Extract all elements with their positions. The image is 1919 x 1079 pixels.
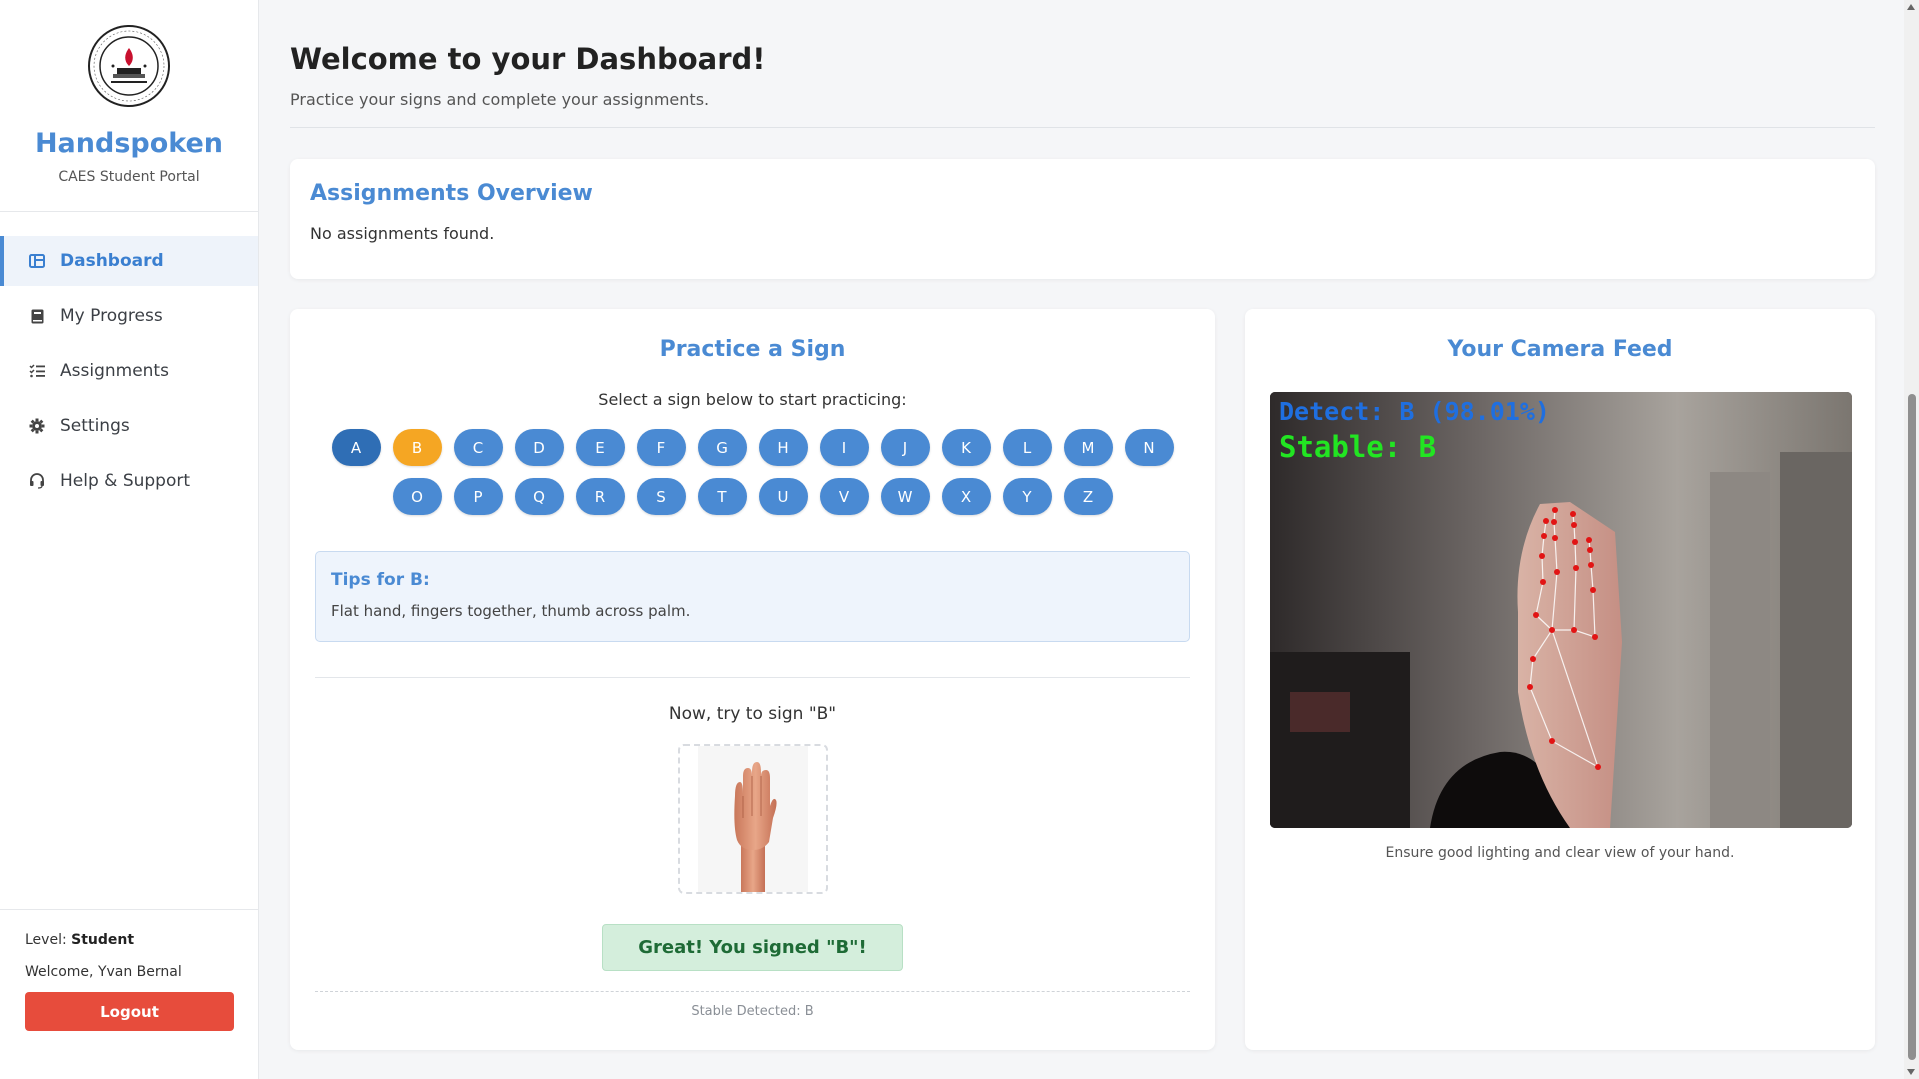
letter-button-v[interactable]: V [819, 478, 869, 515]
divider [290, 127, 1875, 128]
letter-button-g[interactable]: G [697, 429, 747, 466]
letter-button-m[interactable]: M [1063, 429, 1113, 466]
sidebar-item-label: Dashboard [60, 251, 164, 271]
camera-note: Ensure good lighting and clear view of y… [1385, 845, 1735, 861]
stable-overlay-text: Stable: B [1279, 430, 1437, 464]
letter-button-z[interactable]: Z [1063, 478, 1113, 515]
scroll-up-icon[interactable] [1907, 4, 1915, 10]
scroll-thumb[interactable] [1908, 394, 1916, 1060]
letter-button-h[interactable]: H [758, 429, 808, 466]
success-message: Great! You signed "B"! [602, 924, 903, 971]
select-sign-text: Select a sign below to start practicing: [598, 390, 907, 409]
main-content: Welcome to your Dashboard! Practice your… [290, 0, 1875, 1050]
scroll-down-icon[interactable] [1907, 1069, 1915, 1075]
hand-sign-b-image [697, 746, 808, 892]
letter-button-x[interactable]: X [941, 478, 991, 515]
letter-button-e[interactable]: E [575, 429, 625, 466]
try-sign-text: Now, try to sign "B" [668, 704, 837, 724]
sidebar-item-my-progress[interactable]: My Progress [0, 291, 258, 341]
sidebar-item-dashboard[interactable]: Dashboard [0, 236, 258, 286]
book-icon [28, 307, 46, 325]
sidebar-item-label: Settings [60, 416, 130, 436]
dashboard-icon [28, 252, 46, 270]
letter-buttons-row-2: O P Q R S T U V W X Y Z [315, 478, 1190, 515]
logout-button[interactable]: Logout [25, 992, 234, 1031]
page-scrollbar[interactable] [1904, 0, 1919, 1079]
sign-reference-image [677, 744, 828, 894]
sidebar-item-label: Help & Support [60, 471, 191, 491]
letter-button-k[interactable]: K [941, 429, 991, 466]
sidebar-item-settings[interactable]: Settings [0, 401, 258, 451]
letter-button-b[interactable]: B [392, 429, 442, 466]
app-subtitle: CAES Student Portal [58, 169, 200, 185]
page-title: Welcome to your Dashboard! [290, 42, 766, 76]
sidebar-footer: Level: Student Welcome, Yvan Bernal Logo… [0, 909, 258, 1031]
letter-button-n[interactable]: N [1124, 429, 1174, 466]
headset-icon [28, 472, 46, 490]
assignments-overview-card: Assignments Overview No assignments foun… [290, 159, 1875, 279]
level-label: Level: [25, 932, 67, 948]
sidebar-item-label: Assignments [60, 361, 169, 381]
camera-title: Your Camera Feed [1447, 337, 1673, 362]
app-title: Handspoken [34, 128, 224, 159]
letter-button-y[interactable]: Y [1002, 478, 1052, 515]
sidebar-item-help-support[interactable]: Help & Support [0, 456, 258, 506]
practice-row: Practice a Sign Select a sign below to s… [290, 309, 1875, 1050]
letter-buttons-row-1: A B C D E F G H I J K L M N [315, 429, 1190, 466]
tips-text: Flat hand, fingers together, thumb acros… [331, 602, 691, 620]
tips-box: Tips for B: Flat hand, fingers together,… [315, 551, 1190, 642]
welcome-text: Welcome, Yvan Bernal [25, 964, 182, 980]
camera-card: Your Camera Feed Detect: B (98.01%) Stab… [1245, 309, 1875, 1050]
letter-button-d[interactable]: D [514, 429, 564, 466]
letter-button-j[interactable]: J [880, 429, 930, 466]
stable-detected-text: Stable Detected: B [691, 1004, 814, 1019]
detect-overlay-text: Detect: B (98.01%) [1279, 397, 1550, 426]
camera-feed: Detect: B (98.01%) Stable: B [1270, 392, 1852, 828]
letter-button-w[interactable]: W [880, 478, 930, 515]
sidebar-item-label: My Progress [60, 306, 163, 326]
letter-button-q[interactable]: Q [514, 478, 564, 515]
tips-title: Tips for B: [331, 570, 430, 590]
sidebar-item-assignments[interactable]: Assignments [0, 346, 258, 396]
divider [315, 991, 1190, 992]
page-subtitle: Practice your signs and complete your as… [290, 90, 710, 109]
sidebar-nav: Dashboard My Progress Assignments Settin… [0, 236, 258, 506]
letter-button-u[interactable]: U [758, 478, 808, 515]
letter-button-o[interactable]: O [392, 478, 442, 515]
practice-card: Practice a Sign Select a sign below to s… [290, 309, 1215, 1050]
letter-button-t[interactable]: T [697, 478, 747, 515]
letter-button-l[interactable]: L [1002, 429, 1052, 466]
assignments-title: Assignments Overview [310, 181, 593, 206]
letter-button-a[interactable]: A [331, 429, 381, 466]
divider [315, 677, 1190, 678]
letter-button-s[interactable]: S [636, 478, 686, 515]
level-value: Student [71, 932, 135, 948]
letter-button-c[interactable]: C [453, 429, 503, 466]
letter-button-i[interactable]: I [819, 429, 869, 466]
practice-title: Practice a Sign [659, 337, 846, 362]
sidebar: Handspoken CAES Student Portal Dashboard… [0, 0, 259, 1079]
letter-button-p[interactable]: P [453, 478, 503, 515]
letter-button-f[interactable]: F [636, 429, 686, 466]
user-level: Level: Student [25, 932, 233, 948]
assignments-empty-text: No assignments found. [310, 224, 495, 243]
brand: Handspoken CAES Student Portal [0, 0, 258, 212]
list-check-icon [28, 362, 46, 380]
gear-icon [28, 417, 46, 435]
school-logo [88, 25, 170, 107]
letter-button-r[interactable]: R [575, 478, 625, 515]
